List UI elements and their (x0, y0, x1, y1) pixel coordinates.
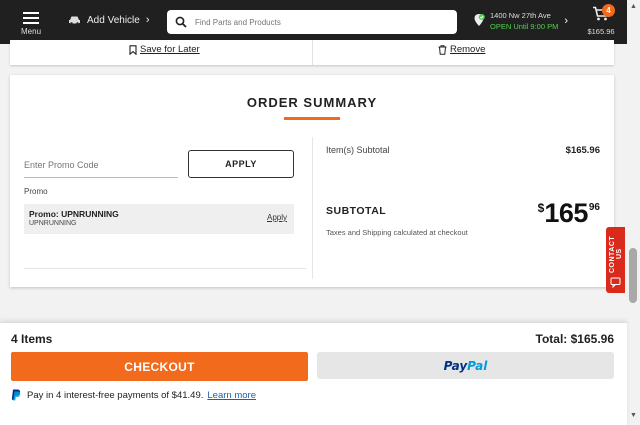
subtotal-currency: $ (537, 201, 545, 215)
save-for-later-link[interactable]: Save for Later (129, 44, 200, 55)
scroll-up-arrow-icon[interactable]: ▲ (630, 3, 637, 10)
apply-promo-button[interactable]: APPLY (188, 150, 294, 178)
subtotal-dollars: 165 (544, 198, 588, 228)
chevron-right-icon: › (564, 15, 569, 27)
promo-apply-link[interactable]: Apply (267, 213, 287, 222)
title-underline (284, 117, 340, 120)
promo-divider (24, 268, 306, 269)
items-subtotal-label: Item(s) Subtotal (326, 145, 390, 155)
pay-later-text: Pay in 4 interest-free payments of $41.4… (27, 389, 204, 401)
paypal-button[interactable]: PayPal (317, 352, 614, 379)
subtotal-label: SUBTOTAL (326, 205, 387, 217)
checkout-bar: 4 Items Total: $165.96 CHECKOUT PayPal P… (0, 322, 627, 425)
store-selector[interactable]: 1400 Nw 27th Ave OPEN Until 9:00 PM › (472, 10, 568, 32)
items-count: 4 Items (11, 332, 53, 346)
cart-item-actions: Save for Later Remove (10, 40, 614, 65)
checkout-button[interactable]: CHECKOUT (11, 352, 308, 381)
cart-count-badge: 4 (602, 4, 615, 17)
actions-divider (312, 40, 313, 65)
items-subtotal-value: $165.96 (565, 145, 600, 156)
top-header: Menu Add Vehicle › 1400 Nw 27th Ave OPEN… (0, 0, 627, 44)
add-vehicle-label: Add Vehicle (87, 14, 140, 26)
paypal-logo-pay: Pay (443, 358, 468, 373)
cart-button[interactable]: 4 $165.96 (586, 4, 616, 36)
menu-icon-bar (23, 17, 39, 19)
scrollbar-thumb[interactable] (629, 248, 637, 303)
trash-icon (438, 44, 447, 55)
search-input[interactable] (195, 17, 435, 27)
order-summary-card: ORDER SUMMARY APPLY Promo Promo: UPNRUNN… (10, 75, 614, 287)
subtotal-value: $ 165 96 (538, 199, 600, 227)
cart-total: $165.96 (587, 27, 615, 36)
contact-us-tab[interactable]: CONTACT US (606, 227, 625, 293)
menu-icon-bar (23, 22, 39, 24)
learn-more-link[interactable]: Learn more (207, 390, 256, 401)
menu-label: Menu (21, 27, 42, 36)
bookmark-icon (129, 44, 137, 55)
chat-icon (610, 277, 621, 288)
paypal-icon (11, 389, 21, 401)
promo-offer: Promo: UPNRUNNING UPNRUNNING Apply (24, 204, 294, 234)
store-hours: OPEN Until 9:00 PM (490, 22, 559, 31)
promo-name: Promo: UPNRUNNING (29, 209, 119, 219)
search-icon (175, 16, 187, 28)
store-location-icon (474, 14, 485, 26)
column-divider (312, 137, 313, 279)
tax-note: Taxes and Shipping calculated at checkou… (326, 228, 468, 237)
remove-label: Remove (450, 44, 486, 55)
scroll-down-arrow-icon[interactable]: ▼ (630, 412, 637, 419)
promo-code: UPNRUNNING (29, 220, 77, 227)
page-scrollbar[interactable]: ▲ ▼ (627, 0, 640, 425)
subtotal-cents: 96 (588, 202, 600, 213)
contact-us-label: CONTACT US (609, 235, 623, 273)
promo-label: Promo (24, 187, 48, 196)
car-icon (69, 16, 80, 25)
menu-button[interactable] (20, 12, 42, 27)
promo-code-input[interactable] (24, 153, 178, 178)
order-summary-title: ORDER SUMMARY (246, 95, 378, 110)
remove-link[interactable]: Remove (438, 44, 485, 55)
add-vehicle-button[interactable]: Add Vehicle › (68, 14, 150, 26)
pay-later-message: Pay in 4 interest-free payments of $41.4… (11, 389, 256, 401)
chevron-right-icon: › (145, 14, 150, 26)
save-for-later-label: Save for Later (140, 44, 200, 55)
paypal-logo-pal: Pal (467, 358, 488, 373)
menu-icon (23, 12, 39, 14)
store-address: 1400 Nw 27th Ave (490, 11, 551, 20)
order-total: Total: $165.96 (535, 332, 614, 346)
store-info: 1400 Nw 27th Ave OPEN Until 9:00 PM (490, 10, 558, 32)
search-bar[interactable] (167, 10, 457, 34)
